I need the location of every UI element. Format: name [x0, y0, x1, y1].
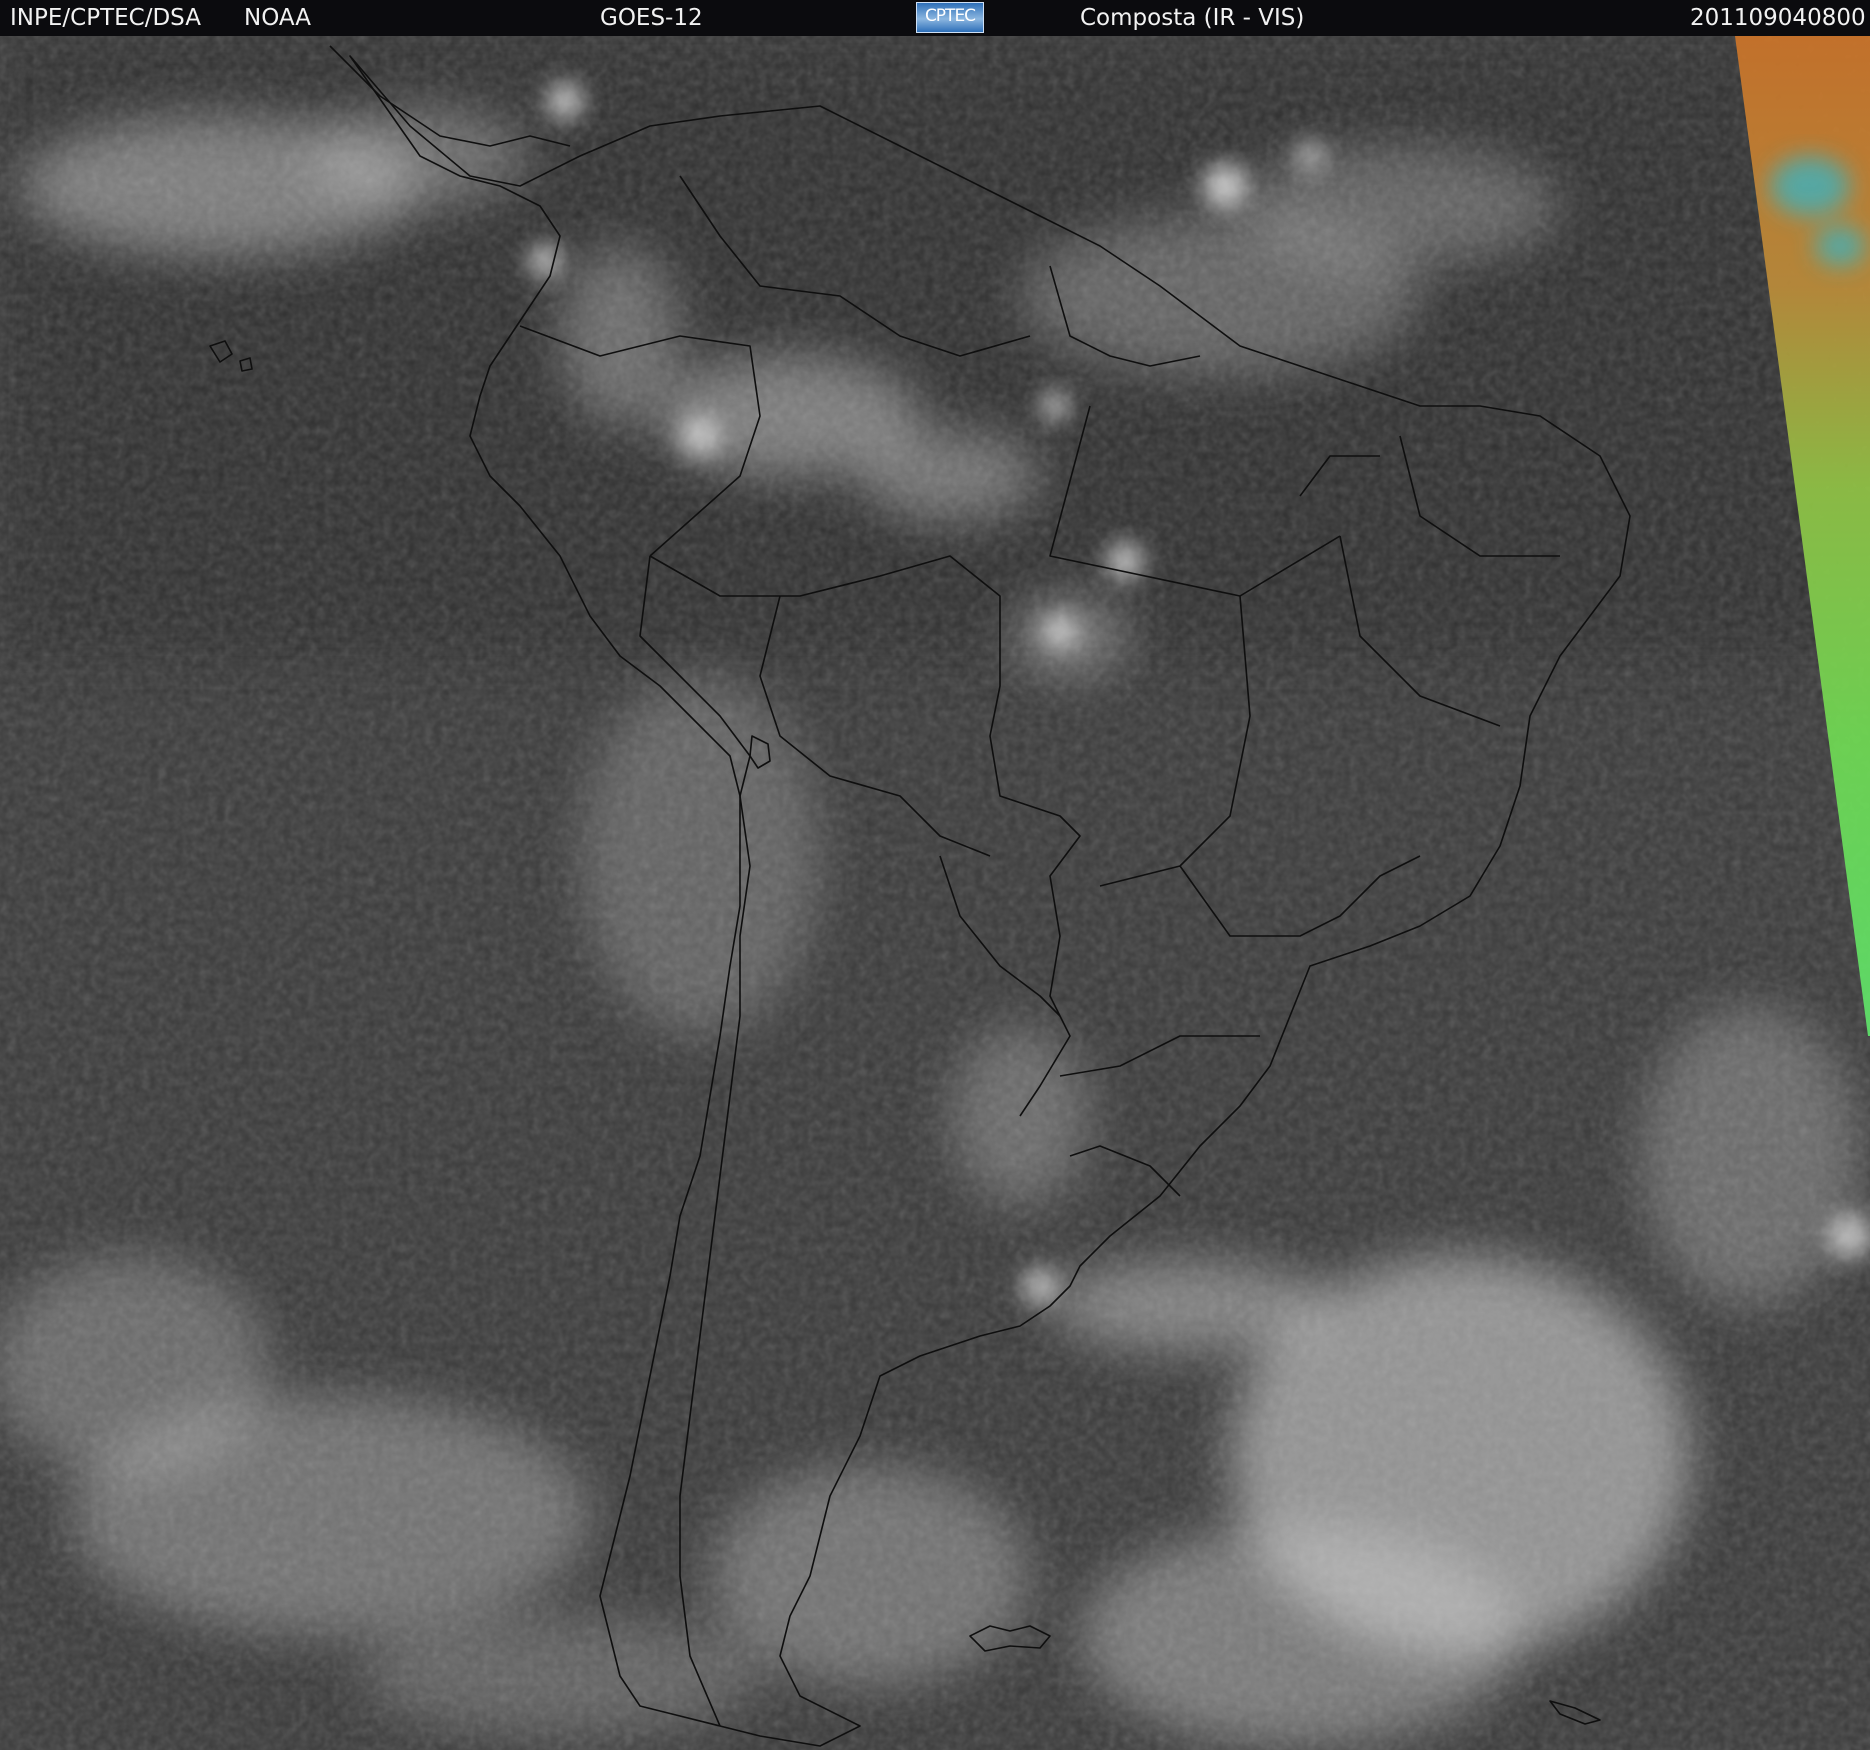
cptec-logo: CPTEC — [916, 2, 984, 33]
header-bar: INPE/CPTEC/DSA NOAA GOES-12 CPTEC Compos… — [0, 0, 1870, 36]
source-label: NOAA — [244, 5, 312, 31]
satellite-image — [0, 36, 1870, 1750]
logo-text: CPTEC — [924, 6, 976, 26]
timestamp-label: 201109040800 — [1690, 5, 1866, 31]
product-label: Composta (IR - VIS) — [1080, 5, 1305, 31]
agency-label: INPE/CPTEC/DSA — [10, 5, 201, 31]
satellite-label: GOES-12 — [600, 5, 703, 31]
